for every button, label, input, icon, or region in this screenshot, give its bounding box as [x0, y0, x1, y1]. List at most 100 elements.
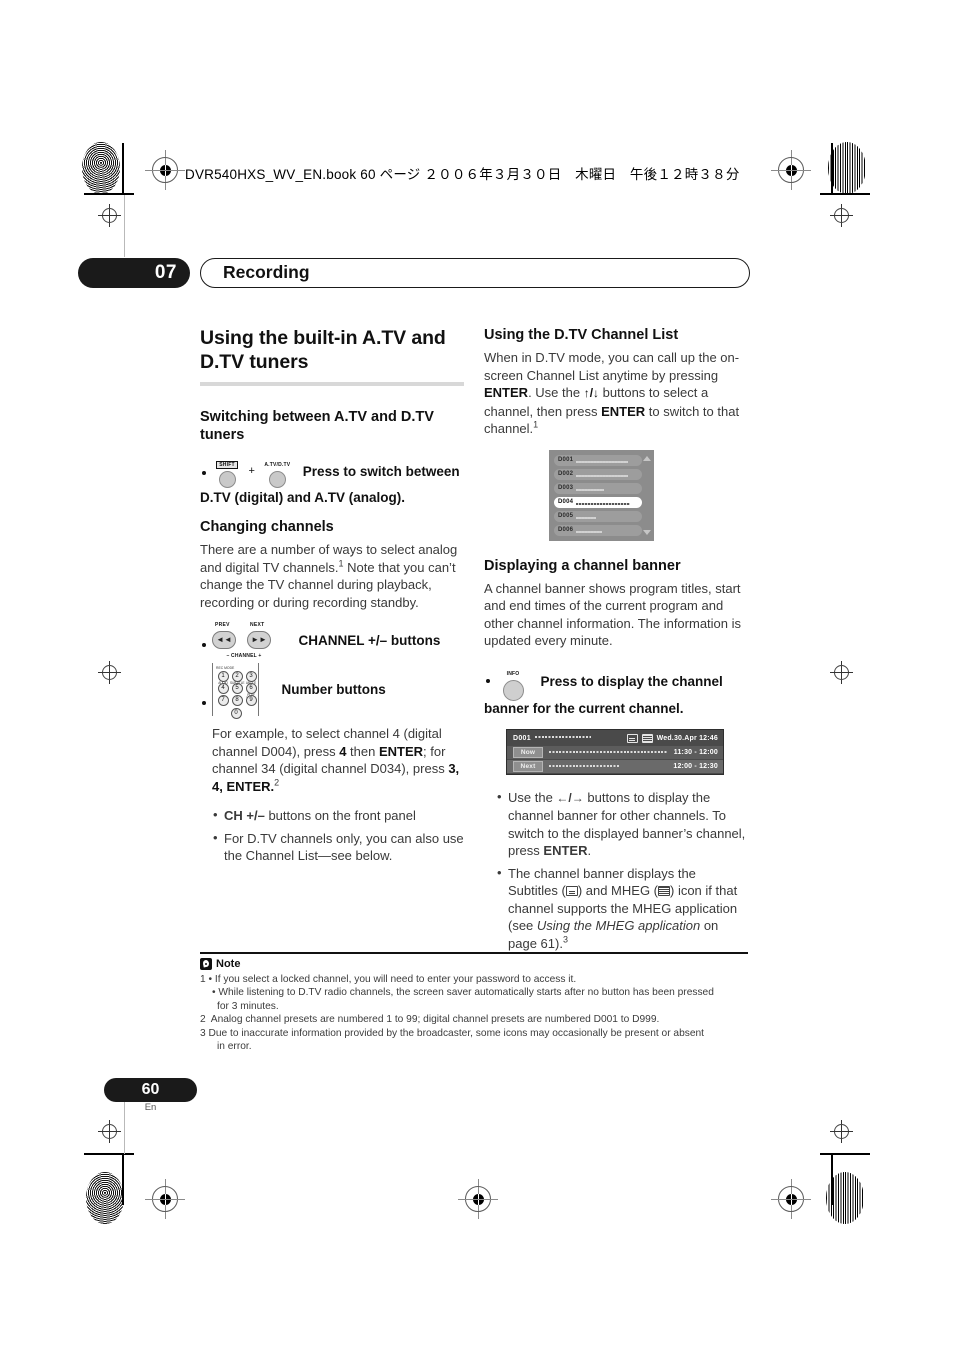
crop-crosshair-left-lower: [98, 1120, 121, 1143]
channel-word-label: CHANNEL: [231, 653, 257, 659]
osd-channel-list: D001 D002 D003 D004 D005 D006: [549, 449, 654, 541]
number-buttons-example: For example, to select channel 4 (digita…: [200, 725, 464, 795]
channel-id: D002: [558, 470, 574, 477]
keypad-top-label: REC MODE: [216, 666, 235, 670]
subtitles-icon: [626, 733, 638, 743]
up-down-arrows-icon: ↑/↓: [583, 386, 600, 400]
prev-caption: PREV: [215, 622, 230, 628]
banner-datetime: Wed.30.Apr 12:46: [656, 734, 718, 742]
channel-name-placeholder: [576, 517, 597, 520]
registration-mark-bottom-right: [771, 1179, 811, 1219]
channel-list-row[interactable]: D003: [554, 482, 642, 494]
note-item: for 3 minutes.: [200, 1000, 748, 1014]
note-item: in error.: [200, 1040, 748, 1054]
number-buttons-label: Number buttons: [281, 682, 386, 697]
channel-list-row[interactable]: D005: [554, 510, 642, 522]
keypad-key-8: 8: [231, 695, 243, 706]
banner-bullet1-pre: Use the: [508, 789, 557, 805]
prev-button-icon: ◄◄: [212, 631, 236, 649]
note-text: in error.: [217, 1041, 252, 1053]
note-text: for 3 minutes.: [217, 1000, 279, 1012]
osd-channel-banner: D001 Wed.30.Apr 12:46 Now 11:30 - 12:00 …: [506, 728, 724, 775]
note-item: 1 • If you select a locked channel, you …: [200, 973, 748, 987]
page-language: En: [144, 1102, 157, 1113]
key-instruction-number-buttons: REC MODE 1AUDIO 2SUBTITLE 3ANGLE 4 5 6PL…: [200, 663, 464, 721]
channel-list-row[interactable]: D006: [554, 524, 642, 536]
page-title: Using the built-in A.TV and D.TV tuners: [200, 327, 446, 373]
heading-changing-channels: Changing channels: [200, 519, 334, 535]
next-caption: NEXT: [250, 622, 265, 628]
registration-mark-bottom-left: [145, 1179, 185, 1219]
keypad-key-0: 0: [230, 708, 242, 719]
page-number: 60: [104, 1078, 197, 1102]
atv-dtv-button-icon: [268, 471, 286, 489]
channel-id: D003: [558, 484, 574, 491]
crop-crosshair-right-lower: [830, 1120, 853, 1143]
footnote-ref-2: 2: [274, 777, 280, 788]
heading-channel-banner: Displaying a channel banner: [484, 557, 681, 574]
crop-crosshair-right-mid: [830, 661, 853, 684]
dtv-channel-list-paragraph: When in D.TV mode, you can call up the o…: [484, 349, 748, 438]
heading-switching-tuners: Switching between A.TV and D.TV tuners: [200, 409, 434, 443]
channel-banner-paragraph: A channel banner shows program titles, s…: [484, 580, 742, 649]
banner-now-program-placeholder: [549, 751, 668, 753]
channel-plus-label: +: [258, 653, 262, 659]
banner-bullet1-post: .: [587, 843, 592, 858]
banner-now-row: Now 11:30 - 12:00: [507, 745, 723, 759]
channel-id: D006: [558, 526, 574, 533]
banner-right-group: Wed.30.Apr 12:46: [626, 733, 718, 743]
channel-list-row[interactable]: D002: [554, 468, 642, 480]
banner-channel-id: D001: [513, 734, 531, 742]
bullet-ch-front-panel: CH +/– buttons on the front panel: [212, 806, 464, 825]
key-instruction-info: INFO Press to display the channel: [484, 662, 748, 701]
note-header: Note: [200, 957, 748, 970]
footnote-ref-1b: 1: [533, 419, 539, 430]
channel-id: D004: [558, 498, 574, 505]
shift-key-caption: SHIFT: [216, 461, 238, 469]
chapter-title: Recording: [200, 258, 750, 288]
shift-button-icon: [218, 471, 236, 489]
channel-banner-bullets: Use the ←/→ buttons to display the chann…: [484, 788, 748, 953]
keypad-key-9: 9: [245, 695, 257, 706]
banner-bullet2-mid: ) and MHEG (: [577, 883, 658, 898]
channel-list-row-selected[interactable]: D004: [554, 496, 642, 508]
chapter-header: 07 Recording: [78, 258, 750, 288]
note-item: 3 Due to inaccurate information provided…: [200, 1027, 748, 1041]
note-item: • While listening to D.TV radio channels…: [200, 986, 748, 1000]
registration-mark-top-left: [145, 150, 185, 190]
dtv-enter-1: ENTER: [484, 385, 529, 400]
crop-bracket-bottom-right: [820, 1153, 870, 1205]
scroll-down-arrow-icon[interactable]: [643, 529, 651, 535]
spine-guide-top: [124, 195, 125, 257]
key-instruction-channel-buttons: PREV NEXT ◄◄ ►► – CHANNEL + CHANNEL +/– …: [200, 622, 464, 661]
note-icon: [200, 957, 212, 970]
note-text: • While listening to D.TV radio channels…: [212, 987, 714, 999]
banner-channel-name-placeholder: [534, 735, 591, 738]
info-key-caption: INFO: [506, 670, 520, 677]
keypad-key-7: 7: [217, 695, 229, 706]
plus-sign: +: [248, 465, 255, 477]
right-column: Using the D.TV Channel List When in D.TV…: [484, 326, 748, 962]
channel-buttons-label: CHANNEL +/– buttons: [298, 632, 441, 648]
crop-crosshair-right-upper: [830, 204, 853, 227]
key-instruction-shift-atv: SHIFT + A.TV/D.TV Press to switch betwee…: [200, 453, 464, 489]
dtv-text-a: When in D.TV mode, you can call up the o…: [484, 350, 740, 383]
chapter-number: 07: [78, 258, 190, 288]
heading-dtv-channel-list: Using the D.TV Channel List: [484, 327, 679, 343]
running-head: DVR540HXS_WV_EN.book 60 ページ ２００６年３月３０日 木…: [185, 167, 740, 182]
footnote-ref-3: 3: [562, 934, 568, 945]
keypad-key-4: 4: [217, 683, 229, 694]
info-button-icon: [502, 679, 524, 701]
scroll-up-arrow-icon[interactable]: [643, 455, 651, 461]
title-rule: [200, 382, 464, 386]
crop-crosshair-left-upper: [98, 204, 121, 227]
crop-bracket-bottom-left: [84, 1153, 134, 1205]
left-column: Using the built-in A.TV and D.TV tuners …: [200, 326, 464, 875]
registration-mark-top-right: [771, 150, 811, 190]
bullet-dot: [202, 471, 206, 475]
channel-name-placeholder: [576, 503, 631, 506]
mheg-icon: [641, 733, 653, 743]
crop-bracket-top-right: [820, 143, 870, 195]
banner-next-row: Next 12:00 - 12:30: [507, 759, 723, 773]
channel-list-row[interactable]: D001: [554, 454, 642, 466]
